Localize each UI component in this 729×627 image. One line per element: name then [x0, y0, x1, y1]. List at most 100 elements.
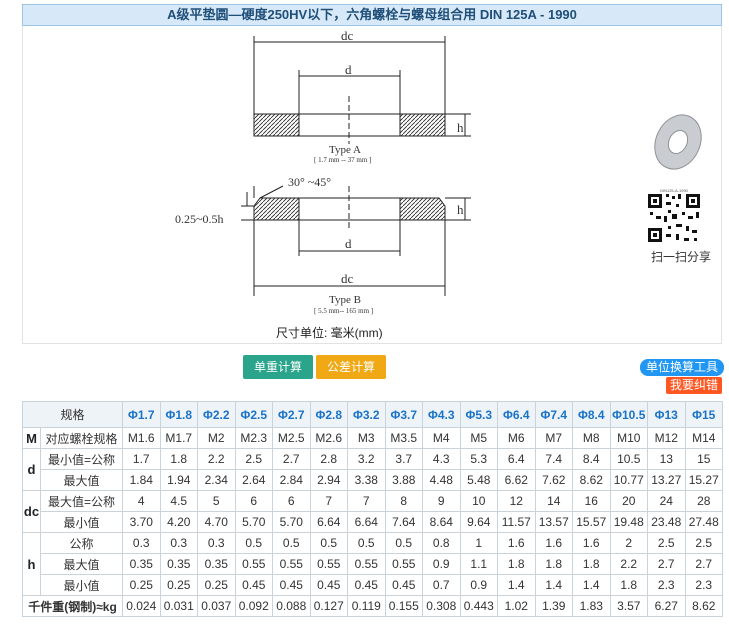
table-cell: 8.64 — [422, 511, 461, 533]
table-cell: 2.3 — [647, 574, 686, 596]
row-symbol: d — [22, 448, 41, 491]
table-cell: 0.55 — [384, 553, 424, 575]
row-label: 对应螺栓规格 — [39, 427, 124, 449]
table-cell: 1.8 — [159, 448, 199, 470]
table-cell: 10 — [459, 490, 499, 512]
table-cell: 13 — [647, 448, 686, 470]
table-cell: 1.94 — [159, 469, 199, 491]
qr-top-text: DIN125-A-1990 — [660, 188, 689, 193]
table-body: M 对应螺栓规格 M1.6 M1.7 M2 M2.3 M2.5 M2.6 M3 M3.5 M4 M5 M… — [21, 427, 724, 617]
table-cell: 6.64 — [347, 511, 386, 533]
table-cell: 10.5 — [609, 448, 649, 470]
type-b-label: Type B — [329, 294, 361, 306]
qr-caption: 扫一扫分享 — [650, 250, 711, 264]
weight-cell: 0.308 — [422, 595, 461, 617]
qr-code[interactable]: DIN125-A-1990 — [646, 188, 702, 244]
table-cell: 2.2 — [197, 448, 236, 470]
table-cell: 3.38 — [347, 469, 386, 491]
table-row: dc 最大值=公称 4 4.5 5 6 6 7 7 8 9 10 12 14 16 20 24 28 — [22, 490, 724, 533]
table-cell: 5.48 — [459, 469, 499, 491]
weight-cell: 0.024 — [122, 595, 161, 617]
dim-h-bottom: h — [457, 202, 464, 217]
size-header: Φ15 — [684, 401, 724, 428]
spec-header: 规格 — [21, 401, 124, 428]
table-cell: 3.7 — [384, 448, 424, 470]
table-cell: 5.70 — [272, 511, 311, 533]
unit-label: 尺寸单位: 毫米(mm) — [276, 326, 383, 340]
table-cell: 1.6 — [572, 532, 611, 554]
table-cell: 0.25 — [159, 574, 199, 596]
table-cell: 0.5 — [309, 532, 349, 554]
table-cell: 5 — [197, 490, 236, 512]
weight-cell: 0.443 — [459, 595, 499, 617]
table-cell: 0.55 — [309, 553, 349, 575]
table-cell: 0.45 — [384, 574, 424, 596]
table-cell: 2.5 — [647, 532, 686, 554]
table-cell: 2.3 — [684, 574, 724, 596]
table-cell: 0.9 — [459, 574, 499, 596]
table-cell: M8 — [572, 427, 611, 449]
table-cell: 0.25 — [197, 574, 236, 596]
weight-cell: 0.155 — [384, 595, 424, 617]
table-cell: 13.27 — [647, 469, 686, 491]
row-label: 最小值=公称 — [39, 448, 124, 470]
dim-dc-top: dc — [341, 28, 354, 43]
table-cell: 7 — [309, 490, 349, 512]
weight-calc-button[interactable]: 单重计算 — [243, 355, 313, 379]
row-label: 最大值=公称 — [39, 490, 124, 512]
table-cell: 4.5 — [159, 490, 199, 512]
type-a-range: [ 1.7 mm -- 37 mm ] — [314, 156, 372, 164]
technical-drawing-panel: dc d h Type A [ 1.7 mm -- 37 mm ] 30° ~4… — [22, 26, 722, 344]
unit-converter-button[interactable]: 单位换算工具 — [640, 359, 724, 376]
washer-drawing — [241, 36, 471, 296]
size-header: Φ1.8 — [159, 401, 199, 428]
table-cell: 2.7 — [647, 553, 686, 575]
row-label: 最大值 — [39, 469, 124, 491]
table-cell: 1.4 — [497, 574, 536, 596]
table-cell: 2.5 — [234, 448, 274, 470]
row-symbol: M — [22, 427, 41, 449]
page-title: A级平垫圆—硬度250HV以下，六角螺栓与螺母组合用 DIN 125A - 19… — [22, 4, 722, 26]
table-cell: M4 — [422, 427, 461, 449]
table-cell: 1.4 — [572, 574, 611, 596]
weight-cell: 1.02 — [497, 595, 536, 617]
table-cell: 12 — [497, 490, 536, 512]
weight-row: 千件重(钢制)≈kg 0.024 0.031 0.037 0.092 0.088 0.127… — [21, 595, 724, 617]
table-row: M 对应螺栓规格 M1.6 M1.7 M2 M2.3 M2.5 M2.6 M3 M3.5 M4 M5 M… — [22, 427, 724, 449]
table-cell: 1.6 — [534, 532, 574, 554]
chamfer-label: 0.25~0.5h — [175, 212, 224, 226]
table-cell: 0.45 — [234, 574, 274, 596]
table-cell: M3 — [347, 427, 386, 449]
table-cell: 4 — [122, 490, 161, 512]
table-cell: 1.8 — [609, 574, 649, 596]
table-cell: 0.5 — [234, 532, 274, 554]
table-cell: 0.45 — [347, 574, 386, 596]
table-cell: M3.5 — [384, 427, 424, 449]
table-cell: 0.55 — [347, 553, 386, 575]
weight-cell: 0.119 — [347, 595, 386, 617]
table-cell: 4.70 — [197, 511, 236, 533]
table-row: 最小值 3.70 4.20 4.70 5.70 5.70 6.64 6.64 7.64 8.64 9… — [23, 511, 724, 533]
table-cell: 0.35 — [197, 553, 236, 575]
table-cell: 2.64 — [234, 469, 274, 491]
table-cell: 5.3 — [459, 448, 499, 470]
row-symbol: dc — [22, 490, 41, 533]
report-error-button[interactable]: 我要纠错 — [666, 377, 722, 394]
weight-cell: 1.39 — [534, 595, 574, 617]
table-cell: 8 — [384, 490, 424, 512]
tolerance-calc-button[interactable]: 公差计算 — [316, 355, 386, 379]
dim-dc-bottom: dc — [341, 271, 354, 286]
type-b-range: [ 5.5 mm-- 165 mm ] — [314, 307, 374, 315]
weight-cell: 0.031 — [159, 595, 199, 617]
weight-cell: 6.27 — [647, 595, 686, 617]
size-header: Φ2.8 — [309, 401, 349, 428]
table-cell: 2.34 — [197, 469, 236, 491]
size-header: Φ3.7 — [384, 401, 424, 428]
table-cell: 0.35 — [122, 553, 161, 575]
size-header: Φ1.7 — [122, 401, 161, 428]
table-cell: 1.8 — [572, 553, 611, 575]
table-cell: 3.2 — [347, 448, 386, 470]
table-cell: 11.57 — [497, 511, 536, 533]
table-cell: M10 — [609, 427, 649, 449]
weight-cell: 8.62 — [684, 595, 724, 617]
